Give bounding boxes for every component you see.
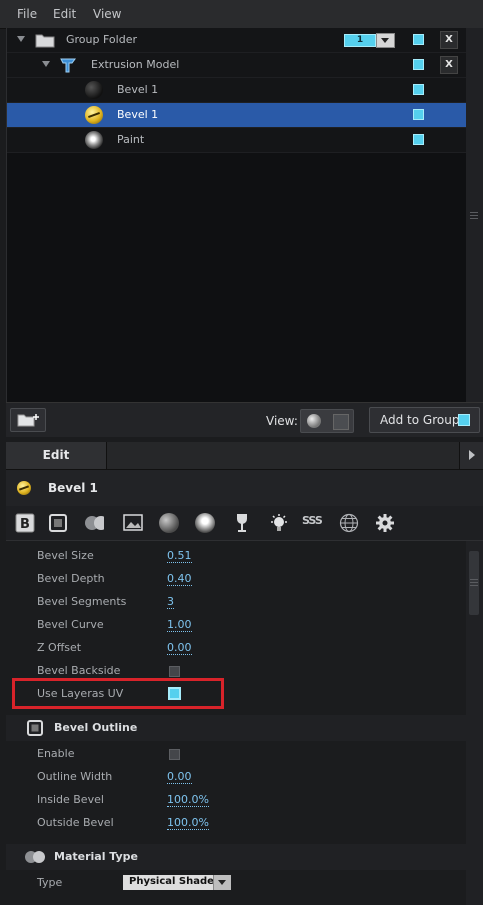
visibility-toggle[interactable] bbox=[413, 134, 424, 145]
tree-label: Extrusion Model bbox=[91, 58, 180, 71]
gear-icon[interactable] bbox=[375, 513, 395, 533]
inside-bevel-value[interactable]: 100.0% bbox=[167, 794, 209, 807]
gold-material-icon bbox=[17, 481, 31, 495]
prop-label: Bevel Backside bbox=[37, 664, 121, 677]
light-bulb-icon[interactable] bbox=[268, 513, 288, 533]
new-folder-button[interactable] bbox=[10, 408, 46, 432]
menu-view[interactable]: View bbox=[93, 7, 121, 21]
menu-file[interactable]: File bbox=[17, 7, 37, 21]
prop-label: Bevel Size bbox=[37, 549, 94, 562]
close-button[interactable]: X bbox=[440, 31, 458, 49]
material-type-icon[interactable] bbox=[84, 513, 104, 533]
prop-label: Outline Width bbox=[37, 770, 113, 783]
prop-label: Outside Bevel bbox=[37, 816, 114, 829]
expand-triangle-icon[interactable] bbox=[42, 61, 50, 67]
svg-text:B: B bbox=[20, 517, 30, 532]
properties-panel: Bevel Size 0.51 Bevel Depth 0.40 Bevel S… bbox=[6, 541, 466, 905]
visibility-toggle[interactable] bbox=[413, 84, 424, 95]
tree-row-bevel[interactable]: Bevel 1 bbox=[7, 78, 467, 103]
grid-view-icon[interactable] bbox=[333, 414, 349, 430]
tree-scrollbar[interactable] bbox=[466, 28, 483, 402]
properties-scrollbar[interactable] bbox=[466, 541, 483, 905]
visibility-toggle[interactable] bbox=[413, 34, 424, 45]
highlight-box bbox=[12, 678, 224, 709]
scene-tree: Group Folder 1 X Extrusion Model X Bevel… bbox=[6, 28, 467, 402]
prop-label: Inside Bevel bbox=[37, 793, 104, 806]
bevel-outline-icon bbox=[27, 720, 43, 736]
scroll-thumb[interactable] bbox=[469, 551, 479, 615]
sss-icon[interactable]: SSS bbox=[302, 514, 326, 534]
bevel-outline-icon[interactable] bbox=[48, 513, 68, 533]
object-header: Bevel 1 bbox=[6, 470, 483, 506]
bevel-size-value[interactable]: 0.51 bbox=[167, 550, 192, 563]
bevel-segments-value[interactable]: 3 bbox=[167, 596, 174, 609]
expand-triangle-icon[interactable] bbox=[17, 36, 25, 42]
prop-label: Type bbox=[37, 876, 63, 889]
close-button[interactable]: X bbox=[440, 56, 458, 74]
folder-icon bbox=[35, 34, 55, 48]
dark-sphere-material-icon bbox=[85, 81, 103, 99]
tab-edit[interactable]: Edit bbox=[6, 442, 107, 469]
outline-enable-checkbox[interactable] bbox=[169, 749, 180, 760]
section-title: Material Type bbox=[54, 850, 139, 863]
layer-number-field[interactable]: 1 bbox=[344, 34, 376, 47]
chrome-sphere-material-icon bbox=[85, 131, 103, 149]
section-bevel-outline[interactable]: Bevel Outline bbox=[6, 715, 466, 741]
visibility-toggle[interactable] bbox=[413, 59, 424, 70]
material-type-dropdown[interactable]: Physical Shader bbox=[123, 875, 231, 890]
extrusion-model-icon bbox=[60, 58, 76, 73]
bevel-backside-checkbox[interactable] bbox=[169, 666, 180, 677]
prop-label: Bevel Depth bbox=[37, 572, 105, 585]
tree-label: Bevel 1 bbox=[117, 83, 159, 96]
add-to-group-button[interactable]: Add to Group bbox=[369, 407, 480, 433]
tree-label: Group Folder bbox=[66, 33, 137, 46]
prop-label: Z Offset bbox=[37, 641, 82, 654]
tree-label: Bevel 1 bbox=[117, 108, 159, 121]
outside-bevel-value[interactable]: 100.0% bbox=[167, 817, 209, 830]
bevel-depth-value[interactable]: 0.40 bbox=[167, 573, 192, 586]
chevron-down-icon bbox=[381, 38, 389, 43]
tree-row-bevel-selected[interactable]: Bevel 1 bbox=[7, 103, 467, 128]
material-type-icon bbox=[25, 851, 45, 863]
z-offset-value[interactable]: 0.00 bbox=[167, 642, 192, 655]
view-label: View: bbox=[266, 414, 298, 428]
sphere-icon[interactable] bbox=[159, 513, 179, 533]
new-folder-icon bbox=[17, 414, 39, 427]
tree-row-extrusion-model[interactable]: Extrusion Model X bbox=[7, 53, 467, 78]
tree-row-paint[interactable]: Paint bbox=[7, 128, 467, 153]
menu-edit[interactable]: Edit bbox=[53, 7, 76, 21]
prop-label: Bevel Segments bbox=[37, 595, 127, 608]
tree-footer: View: Add to Group bbox=[6, 402, 483, 437]
tree-label: Paint bbox=[117, 133, 145, 146]
bevel-b-icon[interactable]: B bbox=[15, 513, 35, 533]
layer-dropdown-button[interactable] bbox=[376, 33, 395, 48]
prop-label: Bevel Curve bbox=[37, 618, 104, 631]
section-material-type[interactable]: Material Type bbox=[6, 844, 466, 870]
face-sphere-icon[interactable] bbox=[195, 513, 215, 533]
gold-material-icon bbox=[85, 106, 103, 124]
glass-icon[interactable] bbox=[235, 513, 255, 533]
section-title: Bevel Outline bbox=[54, 721, 138, 734]
add-to-group-label: Add to Group bbox=[380, 413, 460, 427]
prop-label: Enable bbox=[37, 747, 75, 760]
property-tabs-bar: B SSS bbox=[6, 506, 483, 541]
chevron-down-icon bbox=[218, 880, 226, 885]
bevel-curve-value[interactable]: 1.00 bbox=[167, 619, 192, 632]
sphere-view-icon[interactable] bbox=[307, 414, 321, 428]
edit-tab-bar: Edit bbox=[6, 442, 483, 470]
chevron-right-icon bbox=[469, 450, 475, 460]
wireframe-sphere-icon[interactable] bbox=[339, 513, 359, 533]
add-to-group-checkbox[interactable] bbox=[458, 414, 470, 426]
menu-bar: File Edit View bbox=[0, 0, 483, 29]
object-title: Bevel 1 bbox=[48, 481, 98, 495]
dropdown-button[interactable] bbox=[213, 875, 231, 890]
outline-width-value[interactable]: 0.00 bbox=[167, 771, 192, 784]
view-mode-group bbox=[300, 409, 354, 433]
panel-expand-button[interactable] bbox=[459, 442, 483, 469]
visibility-toggle[interactable] bbox=[413, 109, 424, 120]
tree-row-group-folder[interactable]: Group Folder 1 X bbox=[7, 28, 467, 53]
material-type-value: Physical Shader bbox=[129, 876, 219, 887]
image-icon[interactable] bbox=[123, 513, 143, 533]
